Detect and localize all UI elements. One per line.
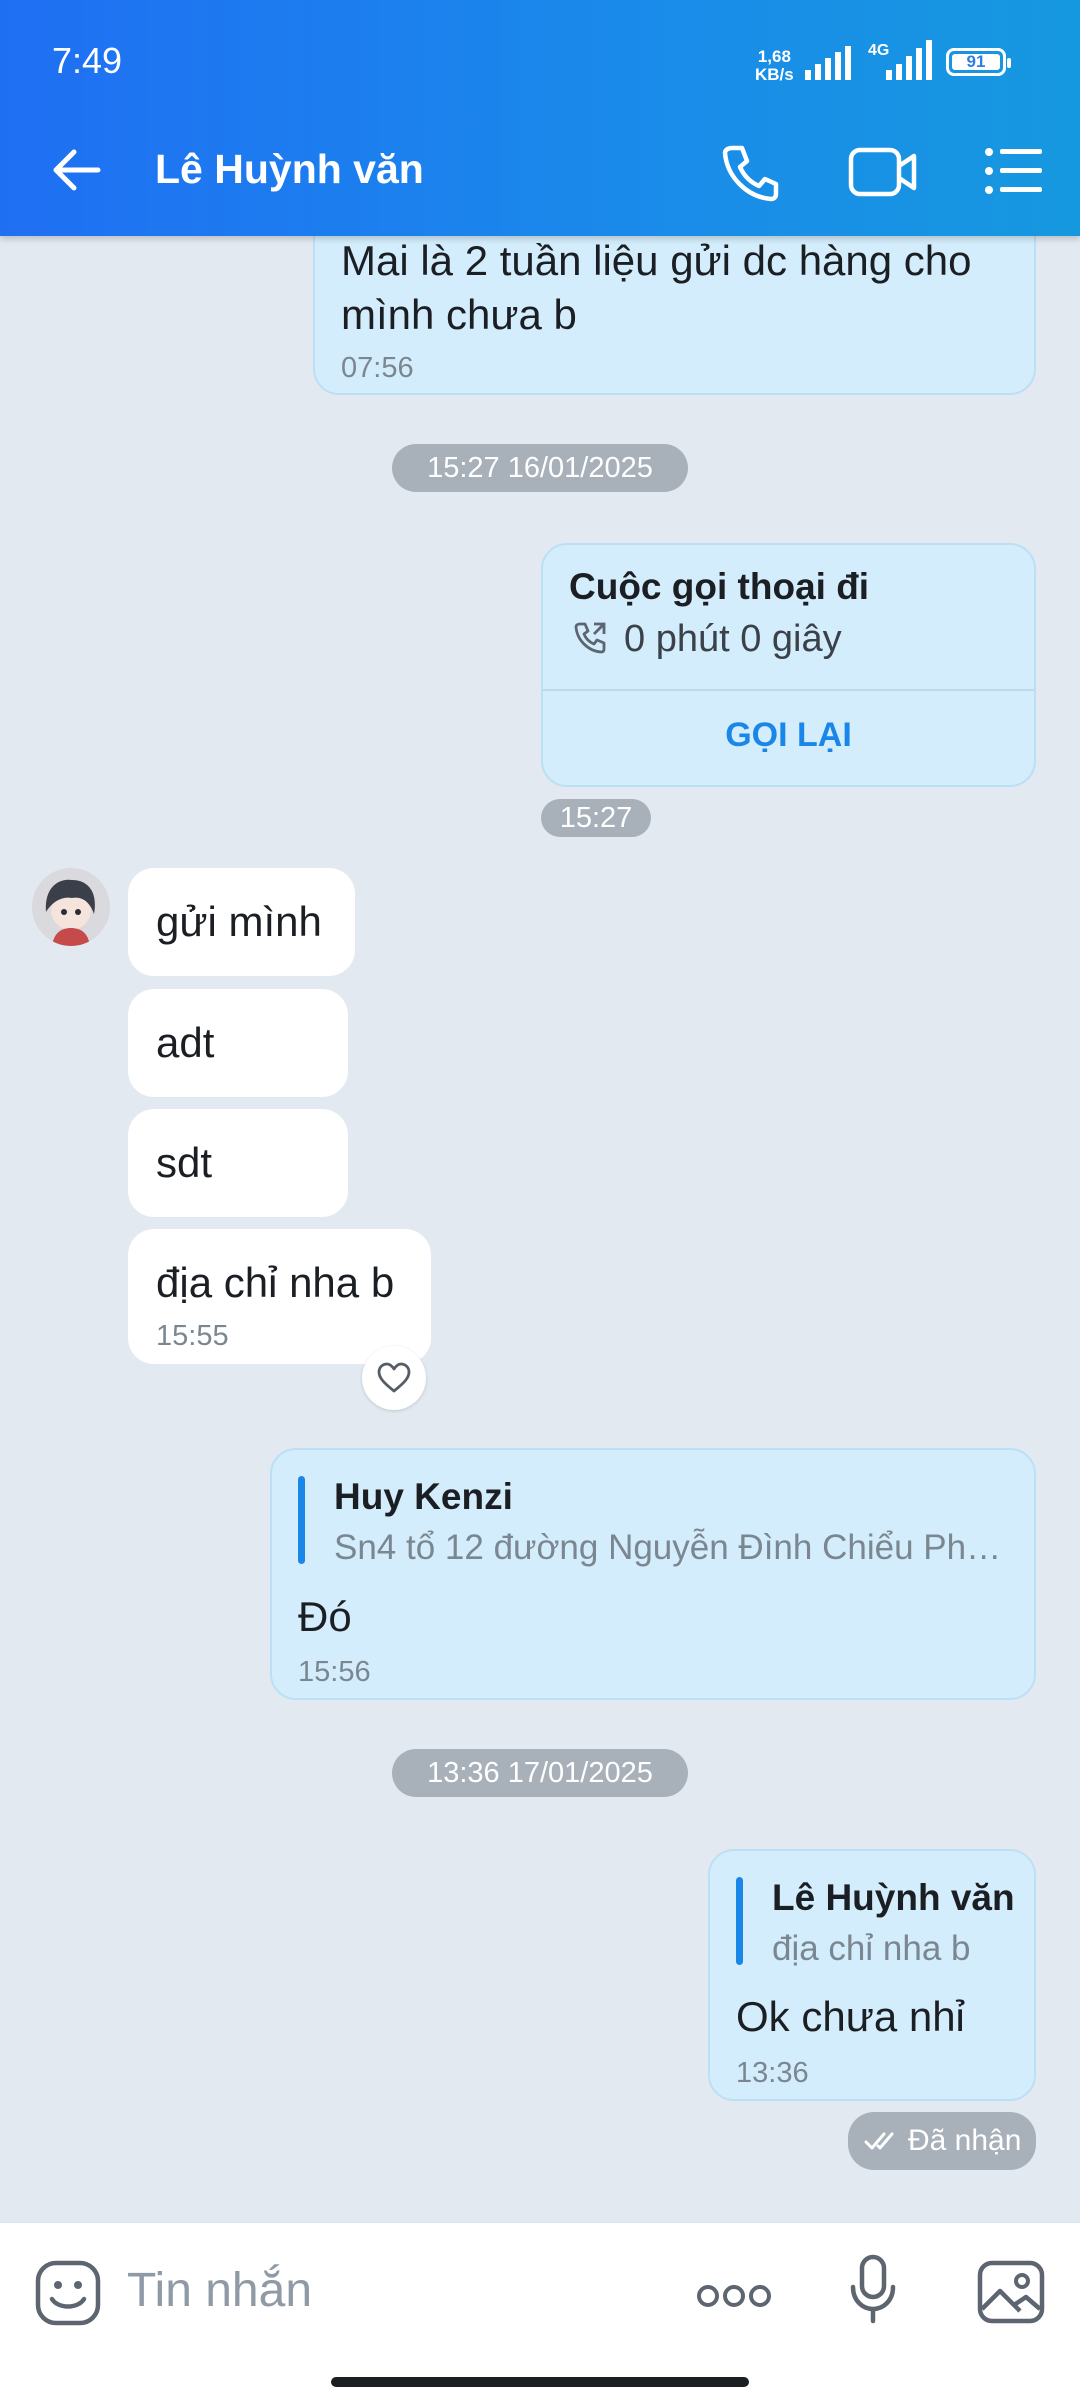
message-text-line: mình chưa b [341,291,577,338]
home-indicator[interactable] [331,2377,749,2387]
signal-icon [805,46,851,80]
message-time: 07:56 [341,352,414,384]
video-call-icon[interactable] [848,146,918,198]
contact-name[interactable]: Lê Huỳnh văn [155,146,424,193]
message-time: 15:55 [156,1320,229,1352]
signal-4g-icon [886,40,932,80]
net-speed: 1,68 KB/s [755,48,794,84]
message-text: Ok chưa nhỉ [736,1993,965,2040]
date-separator: 13:36 17/01/2025 [392,1749,688,1797]
back-arrow-icon[interactable] [48,142,104,198]
more-options-icon[interactable] [697,2283,771,2309]
quoted-sender: Lê Huỳnh văn [772,1877,1015,1918]
battery-level: 91 [952,53,1000,70]
status-time: 7:49 [52,40,123,81]
call-back-button[interactable]: GỌI LẠI [541,716,1036,755]
app-header: 7:49 1,68 KB/s 4G 91 Lê Huỳnh văn [0,0,1080,236]
delivered-status-badge: Đã nhận [848,2112,1036,2170]
image-gallery-icon[interactable] [976,2259,1046,2325]
double-check-icon [864,2132,894,2150]
options-menu-icon[interactable] [984,146,1044,196]
battery-icon: 91 [946,48,1011,76]
message-time-badge: 15:27 [541,799,651,837]
call-duration: 0 phút 0 giây [624,618,842,660]
message-time: 13:36 [736,2057,809,2089]
outgoing-call-icon [574,622,606,654]
message-text-line: Mai là 2 tuần liệu gửi dc hàng cho [341,237,972,284]
divider [543,689,1034,691]
message-text: Đó [298,1593,352,1640]
net-speed-unit: KB/s [755,65,794,84]
quote-bar [298,1476,305,1564]
net-speed-value: 1,68 [757,47,791,66]
message-input-bar: Tin nhắn [0,2222,1080,2401]
message-text: địa chỉ nha b [156,1259,395,1306]
quote-bar [736,1877,743,1965]
call-title: Cuộc gọi thoại đi [569,566,870,607]
quoted-sender: Huy Kenzi [334,1476,513,1517]
message-input[interactable]: Tin nhắn [127,2263,312,2318]
message-text: sdt [156,1139,213,1186]
quoted-text: địa chỉ nha b [772,1929,971,1968]
message-time: 15:56 [298,1656,371,1688]
date-separator: 15:27 16/01/2025 [392,444,688,492]
contact-avatar[interactable] [32,868,110,946]
chat-toolbar: Lê Huỳnh văn [0,104,1080,236]
status-bar: 7:49 1,68 KB/s 4G 91 [0,0,1080,104]
delivered-label: Đã nhận [908,2124,1022,2157]
react-heart-button[interactable] [362,1346,426,1410]
phone-call-icon[interactable] [720,142,780,202]
message-text: gửi mình [156,898,322,945]
message-text: adt [156,1019,215,1066]
quoted-text: Sn4 tổ 12 đường Nguyễn Đình Chiểu Pha... [334,1528,1010,1567]
heart-icon [377,1362,411,1393]
sticker-emoji-icon[interactable] [34,2259,102,2327]
microphone-icon[interactable] [848,2253,898,2325]
